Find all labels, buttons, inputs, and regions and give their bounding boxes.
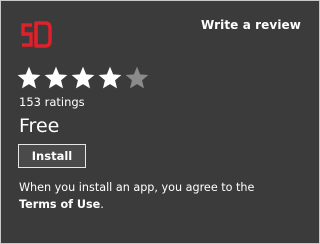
install-notice-text: When you install an app, you agree to th… bbox=[19, 181, 255, 194]
star-rating bbox=[16, 65, 150, 91]
star-filled-icon bbox=[17, 66, 41, 89]
price-label: Free bbox=[19, 115, 60, 137]
star-empty-icon bbox=[125, 66, 149, 89]
star-filled-icon bbox=[98, 66, 122, 89]
star-filled-icon bbox=[71, 66, 95, 89]
install-button[interactable]: Install bbox=[18, 144, 86, 168]
terms-suffix: . bbox=[100, 198, 104, 211]
install-notice: When you install an app, you agree to th… bbox=[19, 179, 309, 213]
write-review-link[interactable]: Write a review bbox=[201, 18, 301, 32]
terms-of-use-link[interactable]: Terms of Use bbox=[19, 198, 100, 211]
star-filled-icon bbox=[44, 66, 68, 89]
app-logo-icon bbox=[21, 21, 52, 48]
app-install-panel: Write a review 153 ratings Free Install … bbox=[0, 0, 320, 244]
ratings-count: 153 ratings bbox=[19, 95, 85, 109]
